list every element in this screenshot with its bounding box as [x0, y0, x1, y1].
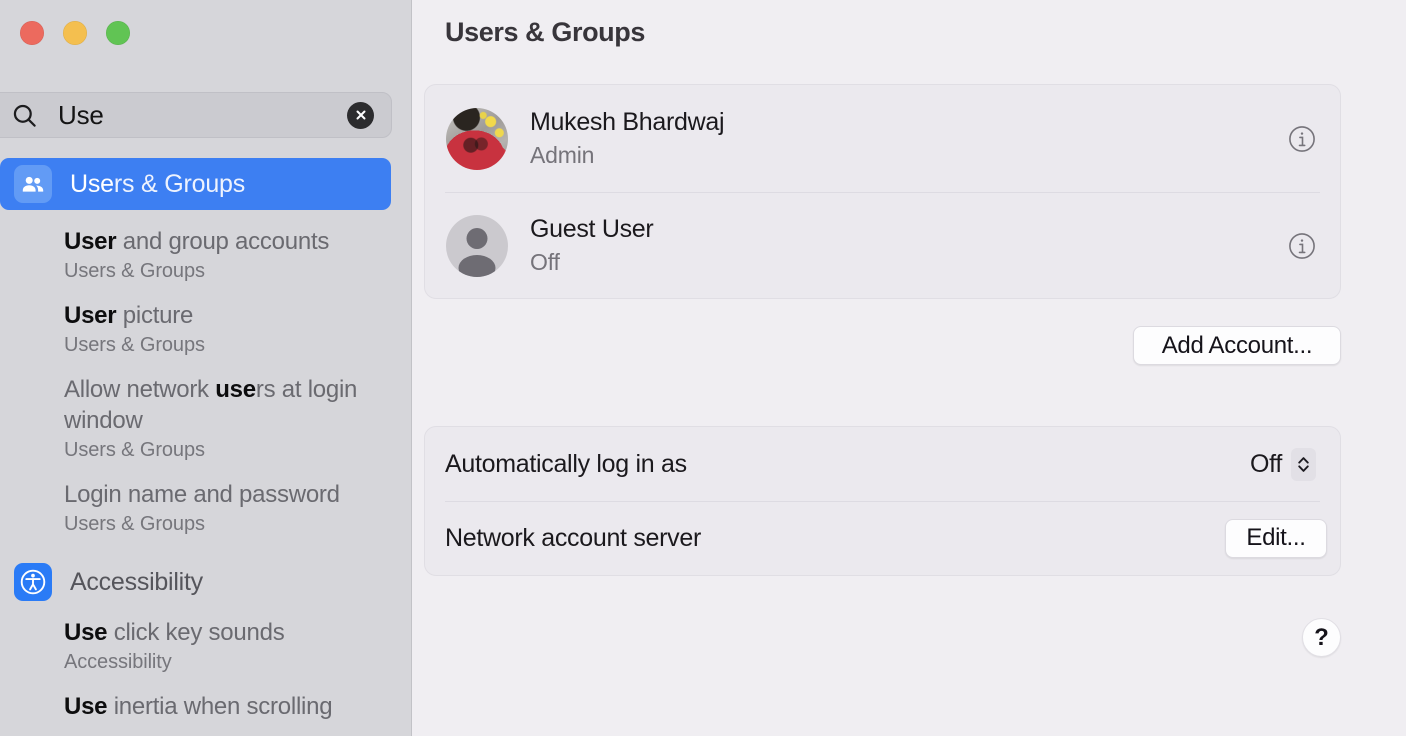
minimize-button[interactable]: [63, 21, 87, 45]
sidebar-item-label-rest: rs & Groups: [113, 169, 246, 198]
result-match: Use: [64, 693, 108, 720]
search-result-item[interactable]: Login name and password Users & Groups: [0, 463, 412, 537]
option-row-network-account-server: Network account server Edit...: [425, 501, 1340, 575]
account-row-guest[interactable]: Guest User Off: [425, 192, 1340, 299]
option-label: Automatically log in as: [445, 449, 687, 478]
search-icon: [11, 102, 38, 129]
options-card: Automatically log in as Off Network acco…: [424, 426, 1341, 576]
option-label: Network account server: [445, 523, 701, 552]
result-rest: picture: [116, 302, 194, 329]
search-results-list: Users & Groups User and group accounts U…: [0, 158, 412, 736]
account-role: Admin: [530, 142, 595, 168]
search-result-subtitle: Users & Groups: [64, 439, 205, 461]
search-input-value[interactable]: Use: [58, 100, 347, 131]
result-rest: inertia when scrolling: [107, 693, 333, 720]
search-result-title: User picture: [64, 300, 388, 331]
result-match: Use: [64, 619, 108, 646]
search-result-title: Login name and password: [64, 479, 388, 510]
account-name: Mukesh Bhardwaj: [530, 108, 725, 136]
avatar: [446, 214, 508, 277]
search-clear-icon[interactable]: [347, 101, 374, 129]
search-result-subtitle: Users & Groups: [64, 513, 205, 535]
search-result-title: Use click key sounds: [64, 617, 388, 648]
search-result-title: Allow network users at login window: [64, 374, 388, 436]
account-name: Guest User: [530, 215, 654, 243]
search-result-title: User and group accounts: [64, 226, 388, 257]
result-rest: Login name and password: [64, 481, 340, 508]
auto-login-popup-button[interactable]: Off: [1250, 447, 1316, 481]
search-result-subtitle: Users & Groups: [64, 260, 205, 282]
main-content: Users & Groups Mukesh Bhardwaj Admin Gue…: [412, 0, 1406, 736]
chevron-up-down-icon: [1291, 447, 1316, 481]
help-button[interactable]: ?: [1302, 618, 1341, 657]
result-rest: click key sounds: [107, 619, 285, 646]
add-account-button[interactable]: Add Account...: [1133, 326, 1341, 365]
close-button[interactable]: [20, 21, 44, 45]
sidebar-item-label: Users & Groups: [70, 170, 245, 199]
info-icon[interactable]: [1287, 124, 1317, 154]
search-field[interactable]: Use: [0, 92, 392, 138]
sidebar-item-users-groups[interactable]: Users & Groups: [0, 158, 391, 210]
result-match: use: [215, 376, 256, 403]
sidebar: Use Users & Groups User and group accoun…: [0, 0, 412, 736]
option-row-auto-login: Automatically log in as Off: [425, 427, 1340, 502]
auto-login-value: Off: [1250, 449, 1282, 478]
traffic-lights: [20, 21, 130, 45]
search-result-item[interactable]: Use click key sounds Accessibility: [0, 601, 412, 675]
maximize-button[interactable]: [106, 21, 130, 45]
edit-button[interactable]: Edit...: [1225, 518, 1327, 558]
info-icon[interactable]: [1287, 231, 1317, 261]
account-row-admin[interactable]: Mukesh Bhardwaj Admin: [425, 85, 1340, 193]
search-result-item[interactable]: User picture Users & Groups: [0, 284, 412, 358]
avatar: [446, 107, 508, 170]
search-result-item[interactable]: User and group accounts Users & Groups: [0, 210, 412, 284]
accessibility-icon: [14, 563, 52, 601]
result-match: User: [64, 302, 117, 329]
search-result-subtitle: Accessibility: [64, 651, 172, 673]
sidebar-section-accessibility[interactable]: Accessibility: [0, 537, 412, 601]
sidebar-section-label: Accessibility: [70, 567, 203, 596]
search-result-title: Use inertia when scrolling: [64, 691, 388, 722]
result-match: User: [64, 228, 117, 255]
account-role: Off: [530, 249, 560, 275]
accounts-card: Mukesh Bhardwaj Admin Guest User Off: [424, 84, 1341, 299]
result-prefix: Allow network: [64, 376, 216, 403]
search-result-item[interactable]: Use inertia when scrolling: [0, 675, 412, 722]
result-rest: and group accounts: [116, 228, 330, 255]
users-groups-icon: [14, 165, 52, 203]
account-text: Mukesh Bhardwaj Admin: [530, 107, 1287, 170]
system-settings-window: Use Users & Groups User and group accoun…: [0, 0, 1406, 736]
page-title: Users & Groups: [445, 17, 645, 47]
search-result-subtitle: Users & Groups: [64, 334, 205, 356]
account-text: Guest User Off: [530, 214, 1287, 277]
sidebar-item-label-match: Use: [70, 169, 114, 198]
search-result-item[interactable]: Allow network users at login window User…: [0, 358, 412, 463]
